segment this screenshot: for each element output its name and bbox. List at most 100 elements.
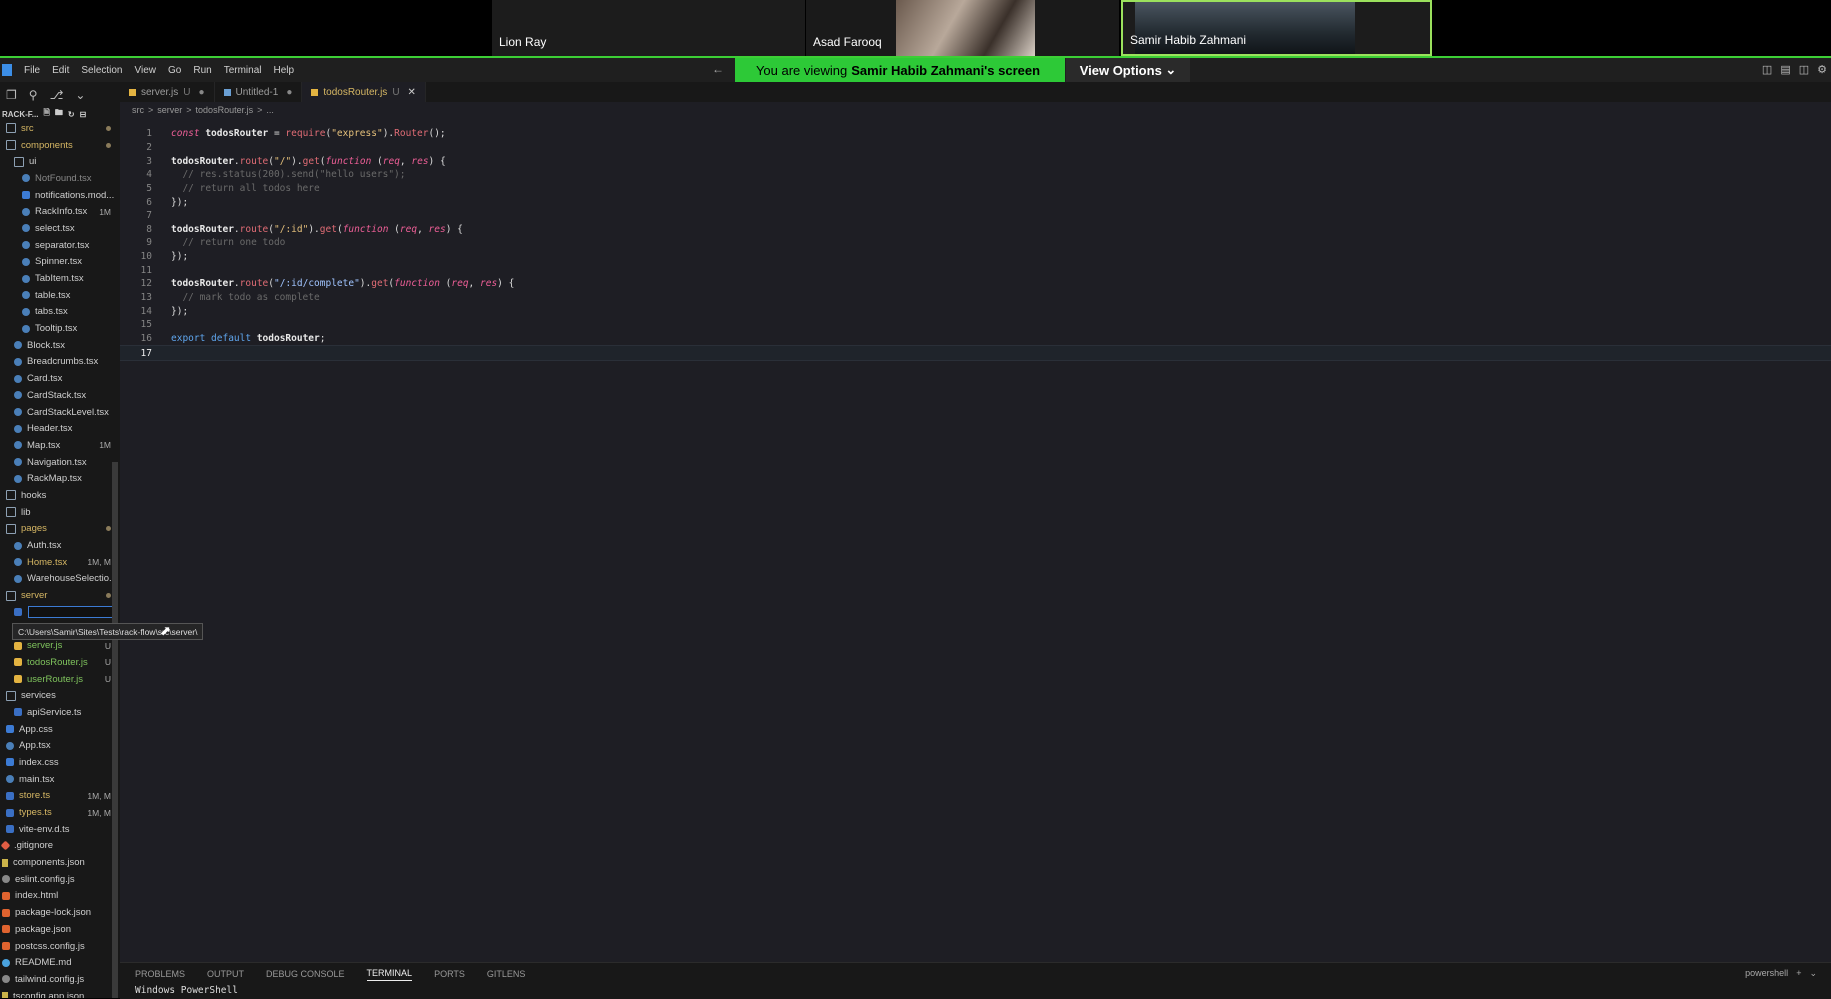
tree-file[interactable]: postcss.config.js (0, 938, 120, 955)
tree-folder[interactable]: components (0, 137, 120, 154)
tree-file[interactable]: WarehouseSelectio... (0, 571, 120, 588)
toggle-sidebar-icon[interactable]: ◫ (1762, 63, 1772, 76)
tree-file[interactable]: Navigation.tsx (0, 454, 120, 471)
menu-file[interactable]: File (18, 65, 46, 76)
editor-tab[interactable]: Untitled-1 ● (215, 82, 303, 102)
code-editor[interactable]: 1 const todosRouter = require("express").… (120, 127, 1831, 361)
tree-file[interactable]: tailwind.config.js (0, 971, 120, 988)
tree-folder[interactable]: server (0, 587, 120, 604)
panel-tab-ports[interactable]: PORTS (434, 969, 465, 979)
tree-folder[interactable]: ui (0, 153, 120, 170)
tree-file[interactable]: select.tsx (0, 220, 120, 237)
tree-folder[interactable]: lib (0, 504, 120, 521)
code-line[interactable]: 13 // mark todo as complete (120, 291, 1831, 305)
toggle-secondary-sidebar-icon[interactable]: ◫ (1799, 63, 1809, 76)
files-icon[interactable]: ❐ (6, 88, 17, 102)
tree-file[interactable]: App.css (0, 721, 120, 738)
code-line[interactable]: 4 // res.status(200).send("hello users")… (120, 168, 1831, 182)
breadcrumb-item[interactable]: src (132, 105, 144, 115)
tree-file[interactable]: eslint.config.js (0, 871, 120, 888)
menu-go[interactable]: Go (162, 65, 187, 76)
breadcrumb-item[interactable]: ... (266, 105, 274, 115)
code-line[interactable]: 15 (120, 318, 1831, 332)
tree-file[interactable]: NotFound.tsx (0, 170, 120, 187)
participant-tile-lion-ray[interactable]: Lion Ray (492, 0, 805, 56)
gear-icon[interactable]: ⚙ (1817, 63, 1827, 76)
code-line[interactable]: 8 todosRouter. route("/:id"). get(function … (120, 222, 1831, 236)
menu-run[interactable]: Run (187, 65, 217, 76)
tree-file[interactable]: tsconfig.app.json (0, 988, 120, 998)
tree-file[interactable]: table.tsx (0, 287, 120, 304)
tree-file[interactable]: RackInfo.tsx 1M (0, 203, 120, 220)
code-line[interactable]: 12 todosRouter. route("/:id/complete"). get… (120, 277, 1831, 291)
tree-file[interactable]: README.md (0, 954, 120, 971)
code-line[interactable]: 14}); (120, 304, 1831, 318)
tree-file[interactable]: Header.tsx (0, 420, 120, 437)
tree-file[interactable]: CardStackLevel.tsx (0, 404, 120, 421)
chevron-down-icon[interactable]: ⌄ (1809, 968, 1817, 979)
code-line[interactable]: 7 (120, 209, 1831, 223)
tree-file[interactable]: index.html (0, 888, 120, 905)
new-folder-icon[interactable]: 🖿 (55, 107, 63, 121)
tree-file[interactable]: package.json (0, 921, 120, 938)
editor-tab[interactable]: server.js U ● (120, 82, 215, 102)
unsaved-dot-icon[interactable]: ● (198, 87, 204, 98)
search-icon[interactable]: ⚲ (29, 88, 38, 102)
tree-file[interactable]: App.tsx (0, 737, 120, 754)
unsaved-dot-icon[interactable]: ● (286, 87, 292, 98)
tree-file[interactable]: tabs.tsx (0, 304, 120, 321)
breadcrumb-item[interactable]: todosRouter.js (196, 105, 254, 115)
source-control-icon[interactable]: ⎇ (50, 88, 64, 102)
tree-file[interactable]: .gitignore (0, 838, 120, 855)
terminal-shell-label[interactable]: powershell (1745, 968, 1788, 979)
collapse-icon[interactable]: ⊟ (80, 110, 87, 119)
code-line[interactable]: 11 (120, 263, 1831, 277)
tree-file[interactable]: todosRouter.js U (0, 654, 120, 671)
tree-file[interactable]: Spinner.tsx (0, 254, 120, 271)
tree-folder[interactable]: pages (0, 521, 120, 538)
tree-folder[interactable]: src (0, 120, 120, 137)
code-line[interactable]: 16 export default todosRouter; (120, 332, 1831, 346)
code-line[interactable]: 10}); (120, 250, 1831, 264)
close-icon[interactable]: ✕ (408, 87, 416, 98)
new-file-icon[interactable]: 🗎 (43, 107, 49, 121)
sidebar-scrollbar[interactable] (112, 462, 118, 998)
tree-file[interactable]: types.ts 1M, M (0, 804, 120, 821)
tree-file[interactable]: Map.tsx 1M (0, 437, 120, 454)
tree-file[interactable]: Auth.tsx (0, 537, 120, 554)
chevron-down-icon[interactable]: ⌄ (75, 88, 85, 102)
panel-tab-output[interactable]: OUTPUT (207, 969, 244, 979)
menu-terminal[interactable]: Terminal (218, 65, 268, 76)
panel-tab-debug-console[interactable]: DEBUG CONSOLE (266, 969, 345, 979)
tree-file[interactable]: vite-env.d.ts (0, 821, 120, 838)
tree-file[interactable]: userRouter.js U (0, 671, 120, 688)
tree-file[interactable]: Block.tsx (0, 337, 120, 354)
view-options-button[interactable]: View Options ⌄ (1066, 58, 1190, 82)
panel-tab-problems[interactable]: PROBLEMS (135, 969, 185, 979)
menu-view[interactable]: View (129, 65, 163, 76)
tree-file[interactable]: notifications.mod... (0, 187, 120, 204)
tree-file[interactable]: index.css (0, 754, 120, 771)
menu-edit[interactable]: Edit (46, 65, 75, 76)
menu-selection[interactable]: Selection (75, 65, 128, 76)
participant-tile-samir-habib-zahmani[interactable]: Samir Habib Zahmani (1121, 0, 1432, 56)
code-line[interactable]: 5 // return all todos here (120, 182, 1831, 196)
tree-file[interactable]: Card.tsx (0, 370, 120, 387)
terminal-output[interactable]: Windows PowerShell (120, 985, 1831, 996)
tree-file[interactable]: main.tsx (0, 771, 120, 788)
tree-folder[interactable]: hooks (0, 487, 120, 504)
tree-file[interactable] (0, 604, 120, 621)
tree-file[interactable]: Breadcrumbs.tsx (0, 354, 120, 371)
toggle-panel-icon[interactable]: ▤ (1780, 63, 1790, 76)
breadcrumb-item[interactable]: server (157, 105, 182, 115)
code-line[interactable]: 2 (120, 141, 1831, 155)
tree-folder[interactable]: services (0, 687, 120, 704)
tree-file[interactable]: store.ts 1M, M (0, 788, 120, 805)
code-line[interactable]: 3 todosRouter. route("/"). get(function (re… (120, 154, 1831, 168)
rename-input[interactable] (28, 606, 114, 619)
menu-help[interactable]: Help (268, 65, 301, 76)
tree-file[interactable]: Home.tsx 1M, M (0, 554, 120, 571)
panel-tab-terminal[interactable]: TERMINAL (366, 968, 413, 981)
tree-file[interactable]: CardStack.tsx (0, 387, 120, 404)
panel-tab-gitlens[interactable]: GITLENS (487, 969, 526, 979)
